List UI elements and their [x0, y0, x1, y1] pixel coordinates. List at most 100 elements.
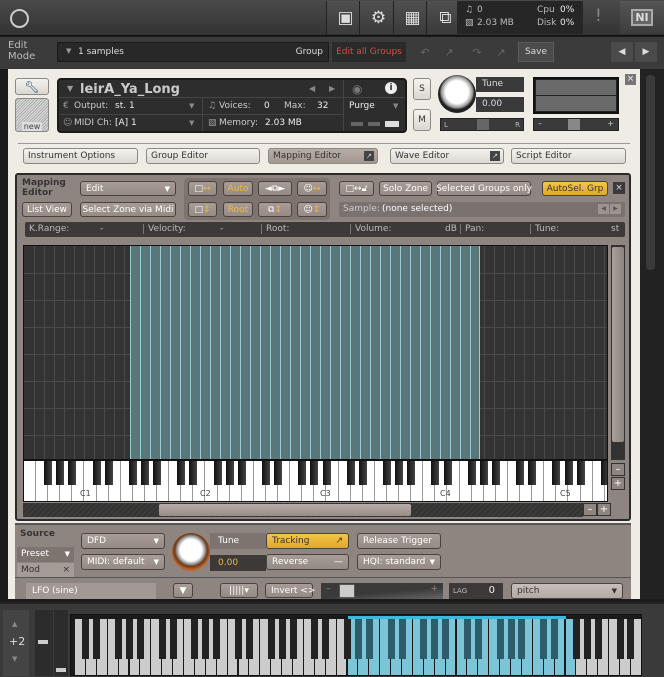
- prev-arrow-icon[interactable]: ◀: [309, 84, 315, 93]
- zoom-v-button[interactable]: ⧉ ↕: [258, 202, 292, 217]
- black-key[interactable]: [600, 461, 607, 485]
- black-key[interactable]: [474, 619, 482, 659]
- mapping-zone[interactable]: [300, 246, 310, 459]
- info-icon[interactable]: i: [385, 82, 397, 94]
- volume-slider[interactable]: – +: [533, 118, 619, 131]
- tab-script-editor[interactable]: Script Editor: [511, 148, 626, 164]
- black-key[interactable]: [322, 461, 331, 485]
- instrument-icon-new[interactable]: new: [15, 98, 49, 132]
- black-key[interactable]: [189, 461, 198, 485]
- vertical-scroll-thumb[interactable]: [612, 247, 624, 442]
- preset-menu[interactable]: Preset ▼: [17, 547, 74, 562]
- mapping-zone[interactable]: [240, 246, 250, 459]
- next-arrow-icon[interactable]: ▶: [329, 84, 335, 93]
- black-key[interactable]: [395, 461, 404, 485]
- mapping-zone[interactable]: [470, 246, 480, 459]
- zoom-h-button[interactable]: ◄⧉►: [258, 181, 292, 196]
- zoom-out-v-button[interactable]: –: [611, 463, 625, 476]
- source-tune-knob[interactable]: [172, 533, 210, 571]
- mapping-keyboard[interactable]: C1 C2 C3 C4 C5: [23, 460, 608, 502]
- krange-value[interactable]: -: [100, 224, 103, 234]
- mapping-zone[interactable]: [270, 246, 280, 459]
- black-key[interactable]: [358, 461, 367, 485]
- hfit-zone-button[interactable]: □ ↔: [188, 181, 217, 196]
- mapping-grid[interactable]: [23, 245, 608, 460]
- black-key[interactable]: [237, 461, 246, 485]
- mapping-zone[interactable]: [310, 246, 320, 459]
- black-key[interactable]: [387, 619, 395, 659]
- black-key[interactable]: [616, 619, 624, 659]
- black-key[interactable]: [551, 619, 559, 659]
- lag-field[interactable]: LAG 0: [449, 583, 503, 599]
- black-key[interactable]: [56, 461, 65, 485]
- black-key[interactable]: [136, 619, 144, 659]
- zoom-in-h-button[interactable]: +: [597, 503, 611, 516]
- autosel-grp-button[interactable]: AutoSel. Grp: [542, 181, 608, 196]
- tab-group-editor[interactable]: Group Editor: [146, 148, 260, 164]
- black-key[interactable]: [278, 619, 286, 659]
- lock-zone-button[interactable]: □↔🔓︎: [339, 181, 374, 196]
- selected-groups-only-button[interactable]: Selected Groups only: [436, 181, 532, 196]
- prev-instrument-button[interactable]: ◀: [611, 42, 633, 62]
- tab-wave-editor[interactable]: Wave Editor ↗: [390, 148, 504, 164]
- source-tune-value[interactable]: 0.00: [210, 555, 266, 571]
- mapping-zone[interactable]: [180, 246, 190, 459]
- undo-icon[interactable]: ↶: [414, 42, 436, 62]
- vertical-scrollbar[interactable]: [611, 245, 625, 460]
- lag-value[interactable]: 0: [489, 585, 495, 596]
- black-key[interactable]: [93, 619, 101, 659]
- black-key[interactable]: [407, 461, 416, 485]
- black-key[interactable]: [115, 619, 123, 659]
- mapping-zone[interactable]: [360, 246, 370, 459]
- black-key[interactable]: [572, 619, 580, 659]
- mapping-zone[interactable]: [260, 246, 270, 459]
- mapping-zone[interactable]: [150, 246, 160, 459]
- collapse-arrow-icon[interactable]: ▼: [67, 84, 73, 93]
- solo-zone-button[interactable]: Solo Zone: [379, 181, 432, 196]
- detach-icon[interactable]: ↗: [364, 151, 374, 161]
- black-key[interactable]: [191, 619, 199, 659]
- release-trigger-button[interactable]: Release Trigger: [357, 533, 441, 549]
- close-mapping-editor-button[interactable]: ×: [613, 182, 625, 194]
- kontakt-logo-icon[interactable]: [10, 9, 29, 28]
- redo-icon[interactable]: ↷: [466, 42, 488, 62]
- mapping-zone[interactable]: [420, 246, 430, 459]
- auto-button[interactable]: Auto: [223, 181, 253, 196]
- black-key[interactable]: [383, 461, 391, 485]
- hqi-dropdown[interactable]: HQI: standard ▼: [357, 554, 441, 570]
- lfo-source-label[interactable]: LFO (sine): [26, 583, 156, 599]
- rack-scrollbar[interactable]: [640, 69, 664, 599]
- vfit-zone-button[interactable]: □ ↕: [188, 202, 217, 217]
- black-key[interactable]: [496, 619, 504, 659]
- black-key[interactable]: [153, 461, 162, 485]
- detach-icon[interactable]: ↗: [490, 151, 500, 161]
- midi-v-button[interactable]: ☺ ↕: [297, 202, 327, 217]
- black-key[interactable]: [431, 619, 439, 659]
- pitch-bend-handle[interactable]: [38, 640, 48, 644]
- purge-dropdown-icon[interactable]: ▼: [393, 102, 398, 110]
- list-view-button[interactable]: List View: [22, 202, 72, 217]
- black-key[interactable]: [225, 461, 234, 485]
- next-instrument-button[interactable]: ▶: [635, 42, 657, 62]
- pan-handle[interactable]: [477, 119, 489, 130]
- black-key[interactable]: [463, 619, 471, 659]
- ni-logo[interactable]: NI: [620, 1, 664, 34]
- black-key[interactable]: [311, 619, 319, 659]
- tune-value[interactable]: 0.00: [476, 97, 524, 112]
- mute-button[interactable]: M: [413, 109, 431, 131]
- black-key[interactable]: [583, 619, 591, 659]
- black-key[interactable]: [398, 619, 406, 659]
- black-key[interactable]: [518, 619, 526, 659]
- black-key[interactable]: [104, 461, 113, 485]
- tune-knob[interactable]: [438, 75, 476, 113]
- black-key[interactable]: [298, 461, 307, 485]
- midi-channel-value[interactable]: [A] 1: [115, 118, 137, 128]
- select-zone-via-midi-button[interactable]: Select Zone via Midi: [80, 202, 176, 217]
- root-button[interactable]: Root: [223, 202, 253, 217]
- black-key[interactable]: [213, 619, 221, 659]
- gear-icon[interactable]: ⚙: [359, 1, 397, 34]
- undo-history-icon[interactable]: ↗: [438, 42, 460, 62]
- mapping-zone[interactable]: [140, 246, 150, 459]
- save-button[interactable]: Save: [518, 42, 554, 62]
- pitch-bend-wheel[interactable]: [35, 610, 53, 676]
